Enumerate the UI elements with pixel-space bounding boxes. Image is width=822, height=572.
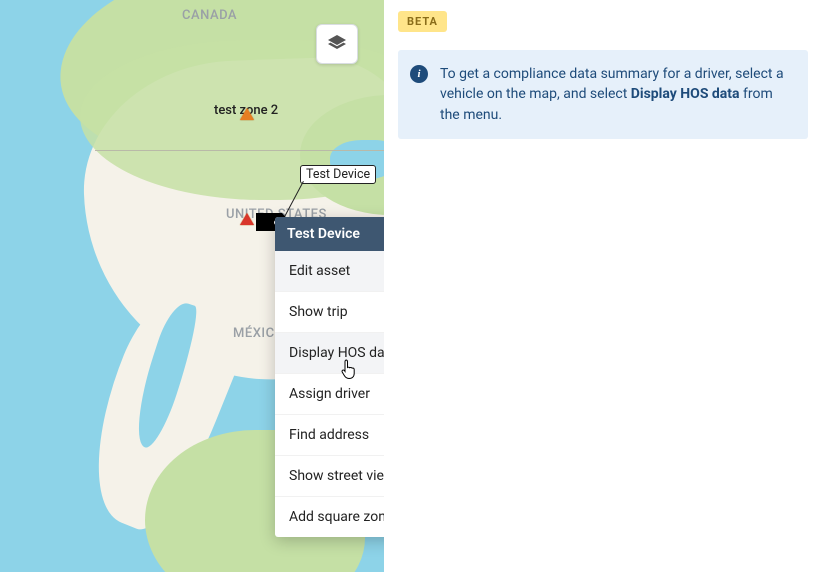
context-menu-title: Test Device xyxy=(287,226,360,242)
beta-badge: BETA xyxy=(398,11,447,32)
ctx-item-show-street-view[interactable]: Show street view xyxy=(275,456,384,497)
device-tooltip: Test Device xyxy=(300,165,376,184)
ctx-item-edit-asset[interactable]: Edit asset xyxy=(275,251,384,292)
info-text: To get a compliance data summary for a d… xyxy=(440,64,792,125)
map-pane[interactable]: CANADA UNITED STATES MÉXICO test zone 2 … xyxy=(0,0,384,572)
layers-button[interactable] xyxy=(316,24,358,64)
info-text-bold: Display HOS data xyxy=(631,86,740,102)
context-menu-header: Test Device xyxy=(275,217,384,251)
ctx-item-show-trip[interactable]: Show trip xyxy=(275,292,384,333)
alert-icon xyxy=(240,213,254,225)
layers-icon xyxy=(325,32,349,56)
zone-warning-icon xyxy=(240,108,254,120)
ctx-item-add-square-zone[interactable]: Add square zone here xyxy=(275,497,384,537)
right-pane: BETA i To get a compliance data summary … xyxy=(384,0,822,572)
context-menu: Test Device Edit asset Show trip Display… xyxy=(275,217,384,537)
info-icon: i xyxy=(410,65,428,83)
ctx-item-find-address[interactable]: Find address xyxy=(275,415,384,456)
info-box: i To get a compliance data summary for a… xyxy=(398,50,808,139)
ctx-item-assign-driver[interactable]: Assign driver xyxy=(275,374,384,415)
ctx-item-display-hos-data[interactable]: Display HOS data xyxy=(275,333,384,374)
